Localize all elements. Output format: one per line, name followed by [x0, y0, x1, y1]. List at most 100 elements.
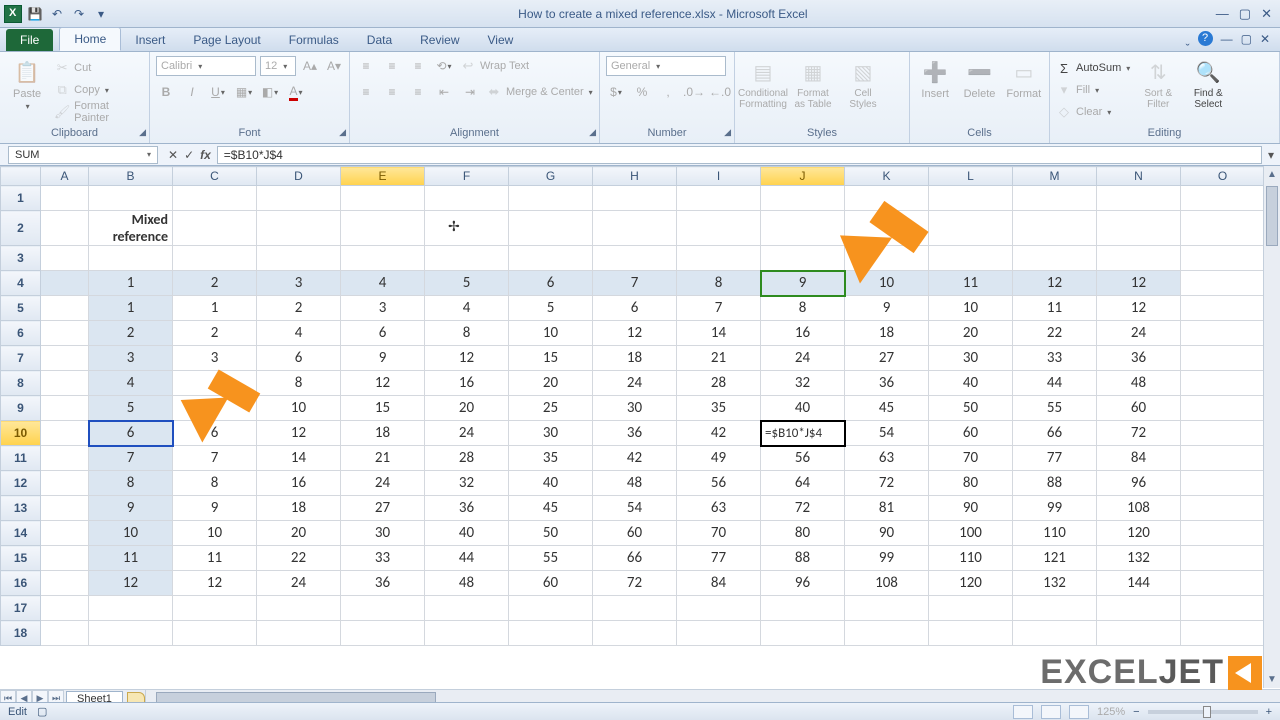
cell-O12[interactable] [1181, 471, 1265, 496]
select-all-cell[interactable] [1, 167, 41, 186]
cell-B12[interactable]: 8 [89, 471, 173, 496]
cell-K15[interactable]: 99 [845, 546, 929, 571]
cell-H4[interactable]: 7 [593, 271, 677, 296]
cell-F9[interactable]: 20 [425, 396, 509, 421]
close-button[interactable]: ✕ [1261, 6, 1272, 22]
cell-G12[interactable]: 40 [509, 471, 593, 496]
cell-E13[interactable]: 27 [341, 496, 425, 521]
cell-A6[interactable] [41, 321, 89, 346]
cell-D9[interactable]: 10 [257, 396, 341, 421]
cell-F11[interactable]: 28 [425, 446, 509, 471]
scroll-up-icon[interactable]: ▲ [1264, 166, 1280, 183]
wrap-text-button[interactable]: ↩Wrap Text [460, 56, 529, 76]
row-header-16[interactable]: 16 [1, 571, 41, 596]
cell-C6[interactable]: 2 [173, 321, 257, 346]
cell-M18[interactable] [1013, 621, 1097, 646]
cell-I10[interactable]: 42 [677, 421, 761, 446]
cell-I15[interactable]: 77 [677, 546, 761, 571]
cell-B9[interactable]: 5 [89, 396, 173, 421]
cell-A7[interactable] [41, 346, 89, 371]
cell-B15[interactable]: 11 [89, 546, 173, 571]
cell-J9[interactable]: 40 [761, 396, 845, 421]
cell-L15[interactable]: 110 [929, 546, 1013, 571]
cell-D11[interactable]: 14 [257, 446, 341, 471]
col-header-H[interactable]: H [593, 167, 677, 186]
tab-home[interactable]: Home [59, 27, 121, 51]
expand-formula-bar-icon[interactable]: ▾ [1262, 148, 1280, 162]
increase-decimal-icon[interactable]: .0→ [684, 82, 704, 102]
cell-E10[interactable]: 18 [341, 421, 425, 446]
cell-L13[interactable]: 90 [929, 496, 1013, 521]
cell-N2[interactable] [1097, 211, 1181, 246]
cell-C14[interactable]: 10 [173, 521, 257, 546]
cell-A13[interactable] [41, 496, 89, 521]
worksheet-grid[interactable]: ABCDEFGHIJKLMNO12Mixed reference34123456… [0, 166, 1280, 688]
align-bottom-icon[interactable]: ≡ [408, 56, 428, 76]
cell-I5[interactable]: 7 [677, 296, 761, 321]
ribbon-close-icon[interactable]: ✕ [1260, 32, 1270, 46]
row-header-17[interactable]: 17 [1, 596, 41, 621]
tab-view[interactable]: View [474, 29, 528, 51]
vertical-scrollbar[interactable]: ▲ ▼ [1263, 166, 1280, 688]
cell-K5[interactable]: 9 [845, 296, 929, 321]
cell-J8[interactable]: 32 [761, 371, 845, 396]
cell-M13[interactable]: 99 [1013, 496, 1097, 521]
normal-view-icon[interactable] [1013, 705, 1033, 719]
cell-M1[interactable] [1013, 186, 1097, 211]
cell-N15[interactable]: 132 [1097, 546, 1181, 571]
cell-A5[interactable] [41, 296, 89, 321]
enter-formula-icon[interactable]: ✓ [184, 148, 194, 162]
col-header-B[interactable]: B [89, 167, 173, 186]
format-painter-button[interactable]: 🖌Format Painter [54, 102, 143, 122]
cell-B6[interactable]: 2 [89, 321, 173, 346]
col-header-O[interactable]: O [1181, 167, 1265, 186]
cell-B14[interactable]: 10 [89, 521, 173, 546]
cell-N6[interactable]: 24 [1097, 321, 1181, 346]
cell-D18[interactable] [257, 621, 341, 646]
cell-O3[interactable] [1181, 246, 1265, 271]
cell-styles-button[interactable]: ▧Cell Styles [841, 56, 885, 110]
cell-G4[interactable]: 6 [509, 271, 593, 296]
cell-I18[interactable] [677, 621, 761, 646]
col-header-A[interactable]: A [41, 167, 89, 186]
cell-A15[interactable] [41, 546, 89, 571]
cell-B5[interactable]: 1 [89, 296, 173, 321]
currency-icon[interactable]: $▾ [606, 82, 626, 102]
cell-M4[interactable]: 12 [1013, 271, 1097, 296]
cell-K10[interactable]: 54 [845, 421, 929, 446]
cell-L8[interactable]: 40 [929, 371, 1013, 396]
cell-A9[interactable] [41, 396, 89, 421]
cell-M10[interactable]: 66 [1013, 421, 1097, 446]
row-header-13[interactable]: 13 [1, 496, 41, 521]
cell-H3[interactable] [593, 246, 677, 271]
cell-B16[interactable]: 12 [89, 571, 173, 596]
cell-A18[interactable] [41, 621, 89, 646]
cell-L16[interactable]: 120 [929, 571, 1013, 596]
cell-L9[interactable]: 50 [929, 396, 1013, 421]
cell-M16[interactable]: 132 [1013, 571, 1097, 596]
align-right-icon[interactable]: ≡ [408, 82, 428, 102]
cell-J14[interactable]: 80 [761, 521, 845, 546]
cell-A11[interactable] [41, 446, 89, 471]
cell-F8[interactable]: 16 [425, 371, 509, 396]
cell-G3[interactable] [509, 246, 593, 271]
fill-color-button[interactable]: ◧▾ [260, 82, 280, 102]
row-header-15[interactable]: 15 [1, 546, 41, 571]
delete-cells-button[interactable]: ➖Delete [960, 56, 998, 100]
cell-I12[interactable]: 56 [677, 471, 761, 496]
cell-E2[interactable] [341, 211, 425, 246]
format-as-table-button[interactable]: ▦Format as Table [791, 56, 835, 110]
cell-O5[interactable] [1181, 296, 1265, 321]
cell-I9[interactable]: 35 [677, 396, 761, 421]
cell-G13[interactable]: 45 [509, 496, 593, 521]
cell-N13[interactable]: 108 [1097, 496, 1181, 521]
cell-A17[interactable] [41, 596, 89, 621]
cell-E17[interactable] [341, 596, 425, 621]
zoom-slider[interactable] [1148, 710, 1258, 714]
cell-E14[interactable]: 30 [341, 521, 425, 546]
italic-button[interactable]: I [182, 82, 202, 102]
cell-H6[interactable]: 12 [593, 321, 677, 346]
row-header-11[interactable]: 11 [1, 446, 41, 471]
row-header-9[interactable]: 9 [1, 396, 41, 421]
cell-L7[interactable]: 30 [929, 346, 1013, 371]
